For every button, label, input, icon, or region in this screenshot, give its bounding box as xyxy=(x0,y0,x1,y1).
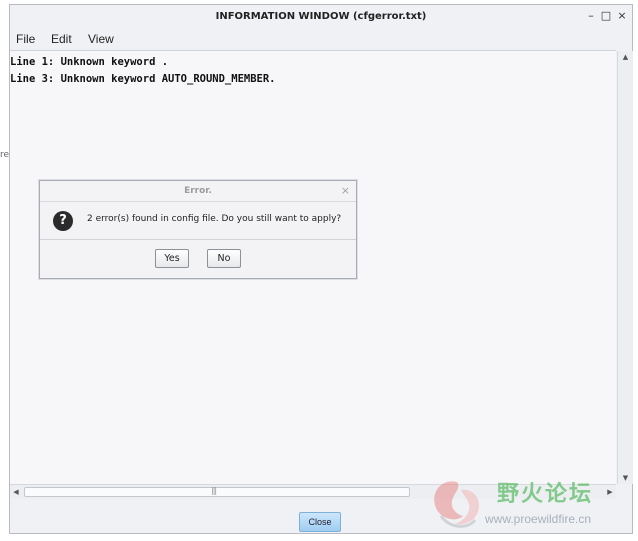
maximize-button[interactable]: □ xyxy=(599,5,613,27)
scroll-grip-icon: ||| xyxy=(211,486,217,495)
menu-bar: File Edit View xyxy=(10,28,632,50)
dialog-title: Error. xyxy=(184,186,212,196)
scroll-left-arrow-icon[interactable]: ◀ xyxy=(10,485,22,499)
watermark: 野火论坛 www.proewildfire.cn xyxy=(427,470,632,534)
content-line: Line 1: Unknown keyword . xyxy=(10,56,169,68)
no-button[interactable]: No xyxy=(207,249,241,268)
window-close-button[interactable]: × xyxy=(615,5,629,27)
content-line: Line 3: Unknown keyword AUTO_ROUND_MEMBE… xyxy=(10,73,276,85)
yes-button[interactable]: Yes xyxy=(155,249,189,268)
dialog-message: 2 error(s) found in config file. Do you … xyxy=(87,214,342,224)
background-edge-text: re xyxy=(0,150,10,160)
dialog-body: ? 2 error(s) found in config file. Do yo… xyxy=(40,201,356,240)
menu-view[interactable]: View xyxy=(88,32,114,46)
dialog-close-icon[interactable]: × xyxy=(341,184,350,198)
question-icon: ? xyxy=(53,211,73,231)
close-button[interactable]: Close xyxy=(299,512,341,532)
horizontal-scroll-thumb[interactable]: ||| xyxy=(24,486,410,497)
watermark-url: www.proewildfire.cn xyxy=(485,512,592,526)
minimize-button[interactable]: – xyxy=(584,5,598,27)
menu-edit[interactable]: Edit xyxy=(51,32,72,46)
menu-file[interactable]: File xyxy=(16,32,35,46)
scroll-up-arrow-icon[interactable]: ▲ xyxy=(618,51,633,63)
watermark-logo-icon xyxy=(434,481,480,528)
window-title: INFORMATION WINDOW (cfgerror.txt) xyxy=(215,11,427,22)
dialog-divider xyxy=(40,239,356,240)
vertical-scrollbar[interactable]: ▲ ▼ xyxy=(617,51,633,484)
watermark-chinese-text: 野火论坛 xyxy=(497,482,594,507)
error-dialog: Error. × ? 2 error(s) found in config fi… xyxy=(39,180,357,279)
